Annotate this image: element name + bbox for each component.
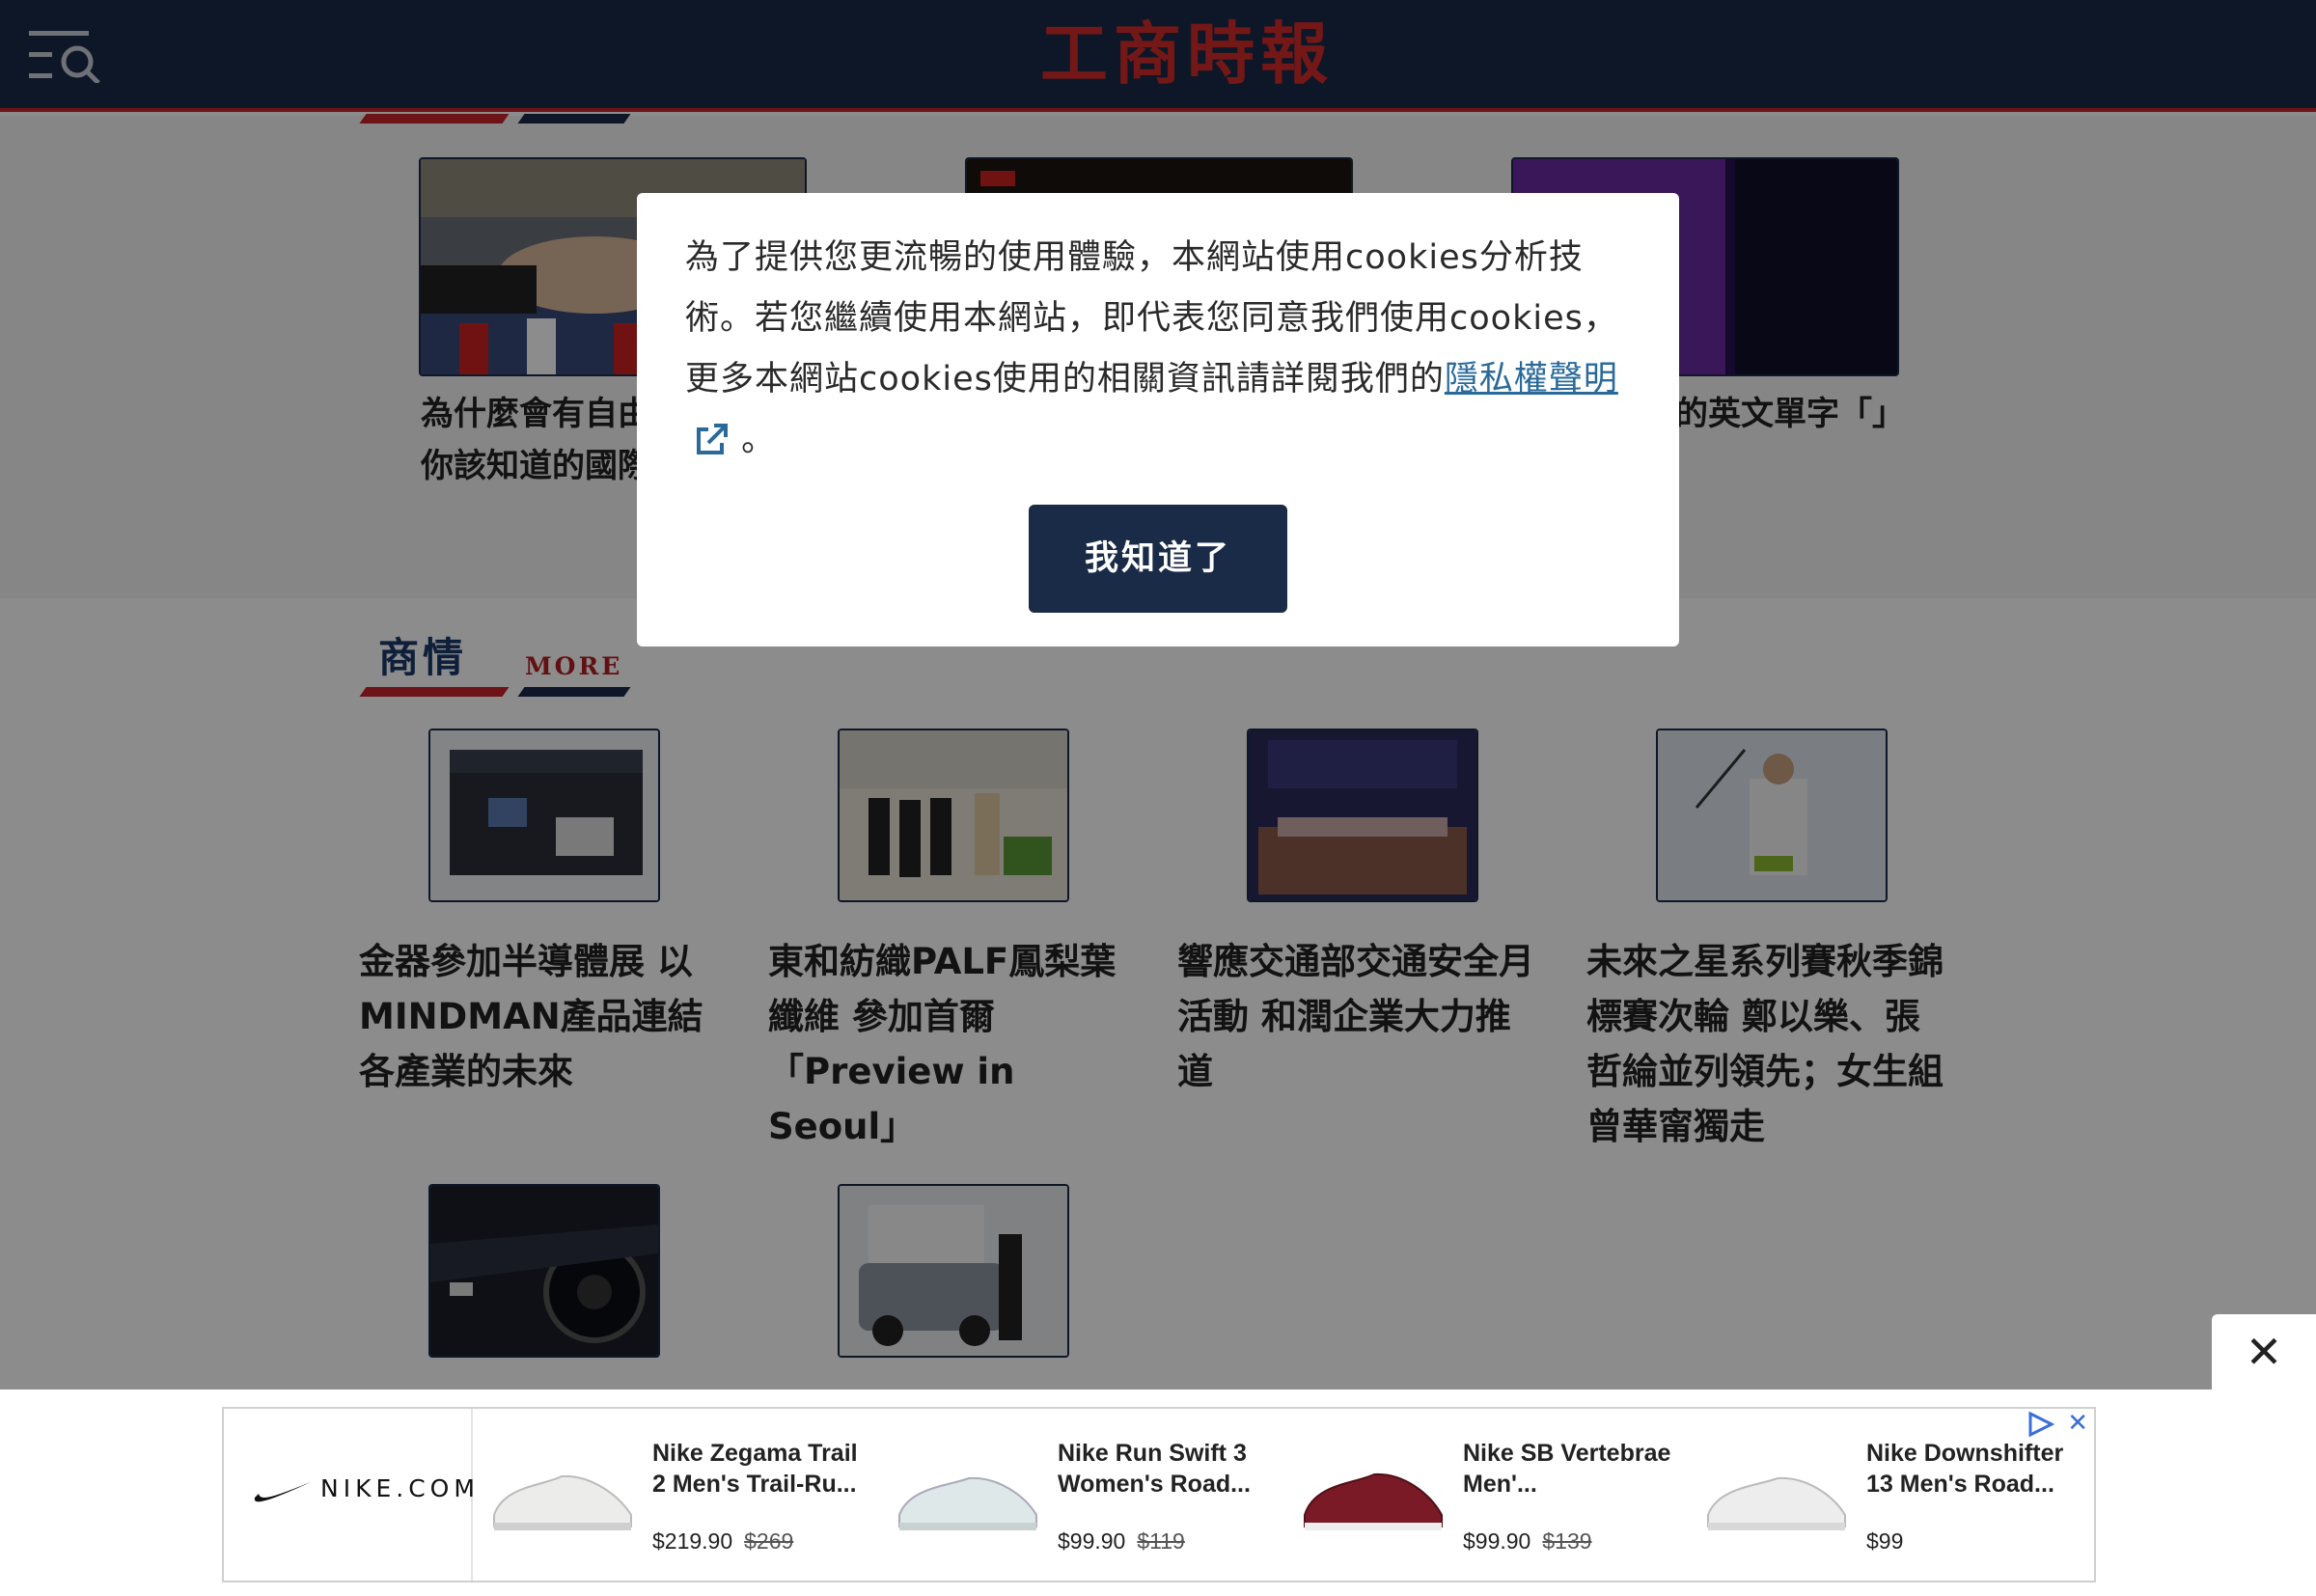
ad-unit[interactable]: NIKE.COM Nike Zegama Trail 2 Men's Trail… <box>222 1407 2096 1582</box>
ad-product[interactable]: Nike Run Swift 3 Women's Road... $99.90 $… <box>882 1409 1287 1581</box>
ad-product-name: Nike Downshifter 13 Men's Road... <box>1866 1440 2064 1498</box>
shoe-image-icon <box>1707 1476 1846 1530</box>
privacy-policy-link[interactable]: 隱私權聲明 <box>1445 360 1618 399</box>
shoe-image-icon <box>493 1474 632 1530</box>
nike-swoosh-icon <box>254 1482 311 1502</box>
shoe-image-icon <box>1304 1472 1443 1530</box>
shoe-image-icon <box>898 1476 1037 1530</box>
ad-brand-name: NIKE.COM <box>320 1474 480 1502</box>
cookie-consent-dialog: 為了提供您更流暢的使用體驗，本網站使用cookies分析技術。若您繼續使用本網站… <box>637 193 1679 647</box>
price-current: $99.90 <box>1058 1528 1126 1554</box>
cookie-message: 為了提供您更流暢的使用體驗，本網站使用cookies分析技術。若您繼續使用本網站… <box>685 228 1650 471</box>
price-current: $99 <box>1866 1528 1904 1554</box>
ad-product-price: $99.90 $119 <box>1058 1528 1185 1555</box>
price-original: $119 <box>1137 1528 1185 1554</box>
ad-product-name: Nike Zegama Trail 2 Men's Trail-Ru... <box>652 1440 858 1498</box>
price-original: $269 <box>744 1528 794 1554</box>
external-link-icon[interactable] <box>693 418 730 454</box>
ad-product-price: $99.90 $139 <box>1463 1528 1592 1555</box>
ad-product-price: $99 <box>1866 1528 1915 1555</box>
ad-brand-panel[interactable]: NIKE.COM <box>224 1409 475 1581</box>
ad-product-name: Nike Run Swift 3 Women's Road... <box>1058 1440 1251 1498</box>
ad-banner: NIKE.COM Nike Zegama Trail 2 Men's Trail… <box>0 1390 2316 1596</box>
close-ad-button[interactable]: ✕ <box>2212 1314 2316 1390</box>
price-current: $99.90 <box>1463 1528 1531 1554</box>
ad-product[interactable]: Nike SB Vertebrae Men'... $99.90 $139 <box>1287 1409 1693 1581</box>
cookie-message-end: 。 <box>741 421 777 459</box>
acknowledge-button[interactable]: 我知道了 <box>1029 505 1287 613</box>
ad-product-price: $219.90 $269 <box>652 1528 793 1555</box>
price-current: $219.90 <box>652 1528 733 1554</box>
ad-product-name: Nike SB Vertebrae Men'... <box>1463 1440 1671 1498</box>
price-original: $139 <box>1542 1528 1592 1554</box>
ad-product[interactable]: Nike Zegama Trail 2 Men's Trail-Ru... $2… <box>477 1409 882 1581</box>
ad-dismiss-icon[interactable]: ✕ <box>2067 1409 2088 1438</box>
adchoices-icon[interactable] <box>2026 1411 2055 1438</box>
